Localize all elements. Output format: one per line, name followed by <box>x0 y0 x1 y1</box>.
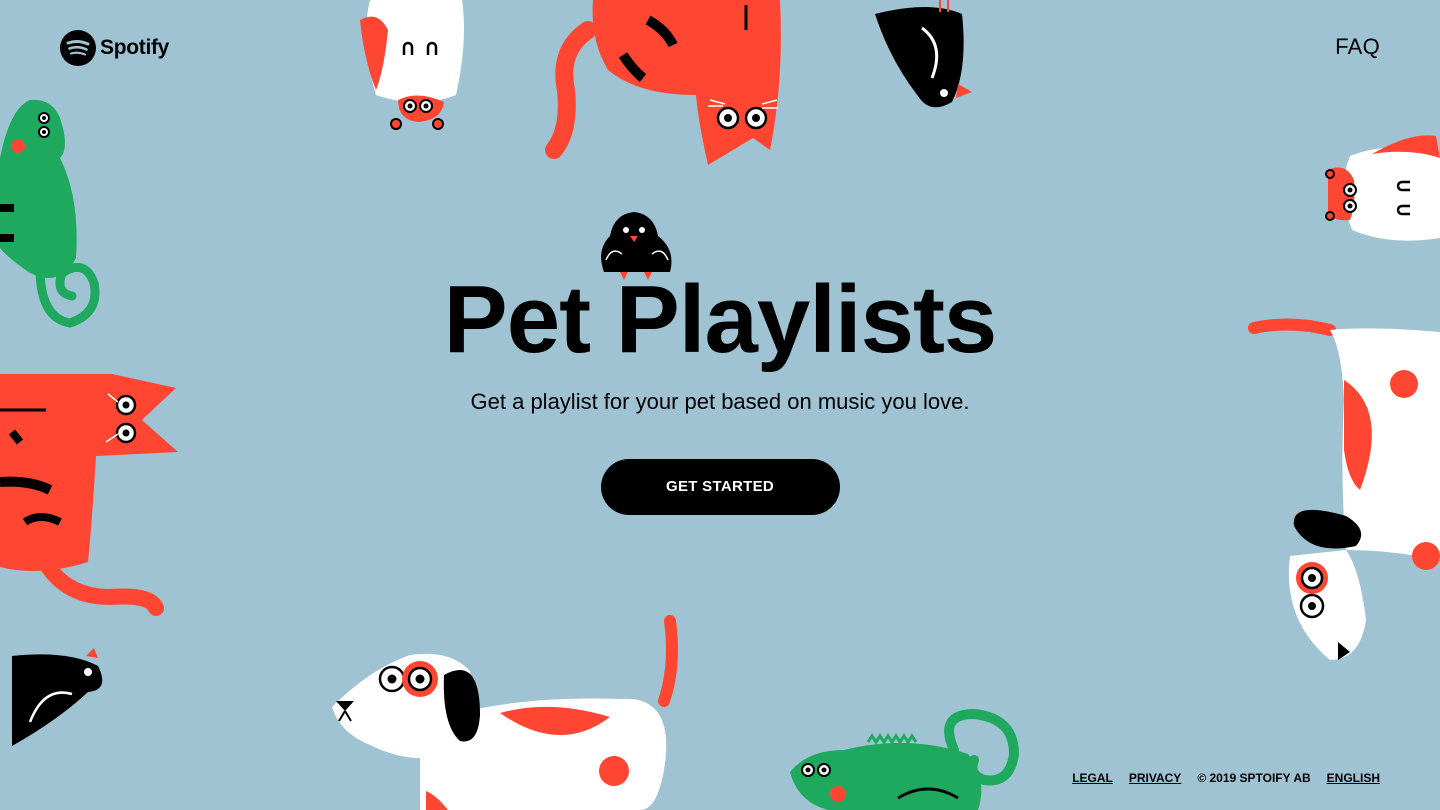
bird-icon-left <box>12 648 103 746</box>
iguana-icon-bottom <box>790 708 1020 810</box>
legal-link[interactable]: LEGAL <box>1072 771 1113 785</box>
footer: LEGAL PRIVACY © 2019 SPTOIFY AB ENGLISH <box>1072 771 1380 785</box>
copyright: © 2019 SPTOIFY AB <box>1197 771 1311 785</box>
privacy-link[interactable]: PRIVACY <box>1129 771 1181 785</box>
spotify-logo[interactable]: Spotify <box>60 29 169 67</box>
bird-icon <box>875 0 972 108</box>
brand-name: Spotify <box>100 36 170 59</box>
get-started-button[interactable]: GET STARTED <box>600 458 840 515</box>
dog-icon <box>332 615 678 810</box>
bird-icon-title <box>601 212 672 280</box>
page-title: Pet Playlists <box>443 266 998 373</box>
hero: Pet Playlists Get a playlist for your pe… <box>0 210 1440 515</box>
spotify-icon <box>60 30 96 66</box>
hamster-icon <box>360 0 464 130</box>
language-link[interactable]: ENGLISH <box>1327 771 1380 785</box>
page-subtitle: Get a playlist for your pet based on mus… <box>470 388 970 414</box>
cat-icon <box>545 0 781 165</box>
faq-link[interactable]: FAQ <box>1335 34 1380 60</box>
